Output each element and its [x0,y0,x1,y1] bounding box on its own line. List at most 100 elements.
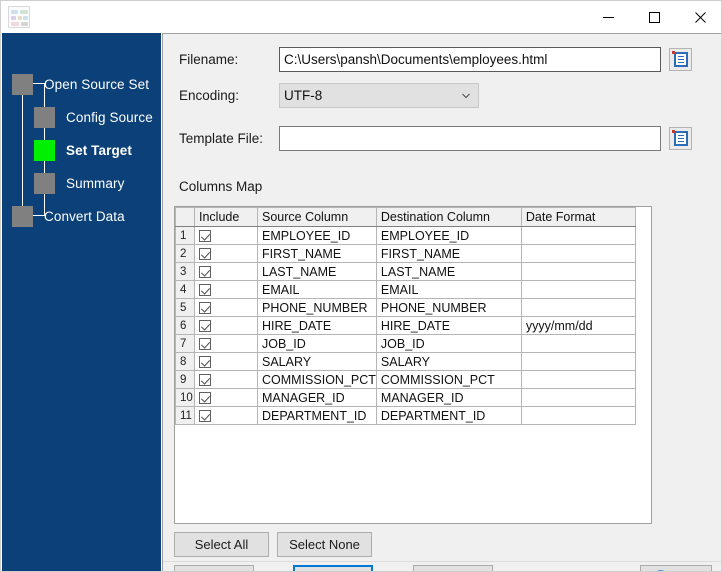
filename-browse-button[interactable] [669,48,692,71]
column-header-include[interactable]: Include [194,207,258,227]
template-file-browse-button[interactable] [669,127,692,150]
destination-column-cell[interactable]: EMPLOYEE_ID [375,226,522,245]
table-row[interactable]: 4 EMAIL EMAIL [175,280,636,299]
table-row[interactable]: 2 FIRST_NAME FIRST_NAME [175,244,636,263]
table-row[interactable]: 7 JOB_ID JOB_ID [175,334,636,353]
date-format-cell[interactable]: yyyy/mm/dd [520,316,636,335]
include-checkbox-cell[interactable] [194,280,258,299]
include-checkbox-cell[interactable] [194,298,258,317]
include-checkbox[interactable] [199,248,211,261]
destination-column-cell[interactable]: FIRST_NAME [375,244,522,263]
destination-column-cell[interactable]: SALARY [375,352,522,371]
include-checkbox-cell[interactable] [194,352,258,371]
column-header-date-format[interactable]: Date Format [520,207,636,227]
close-icon[interactable] [677,1,721,33]
column-header-rownum[interactable] [175,207,195,227]
date-format-cell[interactable] [520,388,636,407]
column-header-destination-column[interactable]: Destination Column [375,207,522,227]
select-none-button[interactable]: Select None [277,532,372,557]
source-column-cell[interactable]: JOB_ID [257,334,377,353]
date-format-cell[interactable] [520,352,636,371]
destination-column-cell[interactable]: HIRE_DATE [375,316,522,335]
table-row[interactable]: 6 HIRE_DATE HIRE_DATE yyyy/mm/dd [175,316,636,335]
destination-column-cell[interactable]: PHONE_NUMBER [375,298,522,317]
destination-column-cell[interactable]: DEPARTMENT_ID [375,406,522,425]
source-column-cell[interactable]: DEPARTMENT_ID [257,406,377,425]
source-column-cell[interactable]: MANAGER_ID [257,388,377,407]
row-number-cell[interactable]: 11 [175,406,195,425]
row-number-cell[interactable]: 4 [175,280,195,299]
filename-input[interactable] [279,47,661,72]
table-row[interactable]: 8 SALARY SALARY [175,352,636,371]
row-number-cell[interactable]: 6 [175,316,195,335]
cancel-button[interactable]: Cancel [413,565,493,571]
sidebar-item-convert-data[interactable]: Convert Data [12,205,125,227]
include-checkbox[interactable] [199,230,211,243]
source-column-cell[interactable]: HIRE_DATE [257,316,377,335]
date-format-cell[interactable] [520,406,636,425]
include-checkbox[interactable] [199,356,211,369]
source-column-cell[interactable]: LAST_NAME [257,262,377,281]
table-row[interactable]: 11 DEPARTMENT_ID DEPARTMENT_ID [175,406,636,425]
help-button[interactable]: ? Help [640,565,712,571]
source-column-cell[interactable]: EMPLOYEE_ID [257,226,377,245]
template-file-input[interactable] [279,126,661,151]
column-header-source-column[interactable]: Source Column [257,207,377,227]
table-row[interactable]: 1 EMPLOYEE_ID EMPLOYEE_ID [175,226,636,245]
encoding-select[interactable]: UTF-8 [279,83,479,108]
row-number-cell[interactable]: 1 [175,226,195,245]
date-format-cell[interactable] [520,226,636,245]
include-checkbox-cell[interactable] [194,262,258,281]
include-checkbox[interactable] [199,374,211,387]
include-checkbox-cell[interactable] [194,334,258,353]
date-format-cell[interactable] [520,280,636,299]
destination-column-cell[interactable]: JOB_ID [375,334,522,353]
include-checkbox[interactable] [199,320,211,333]
row-number-cell[interactable]: 7 [175,334,195,353]
source-column-cell[interactable]: SALARY [257,352,377,371]
date-format-cell[interactable] [520,298,636,317]
sidebar-item-summary[interactable]: Summary [34,172,124,194]
source-column-cell[interactable]: FIRST_NAME [257,244,377,263]
minimize-icon[interactable] [585,1,631,33]
row-number-cell[interactable]: 3 [175,262,195,281]
include-checkbox[interactable] [199,338,211,351]
maximize-icon[interactable] [631,1,677,33]
include-checkbox[interactable] [199,410,211,423]
row-number-cell[interactable]: 2 [175,244,195,263]
include-checkbox[interactable] [199,284,211,297]
source-column-cell[interactable]: COMMISSION_PCT [257,370,377,389]
sidebar-item-config-source[interactable]: Config Source [34,106,153,128]
row-number-cell[interactable]: 10 [175,388,195,407]
back-button[interactable]: Back [174,565,254,571]
row-number-cell[interactable]: 5 [175,298,195,317]
row-number-cell[interactable]: 8 [175,352,195,371]
date-format-cell[interactable] [520,334,636,353]
sidebar-item-set-target[interactable]: Set Target [34,139,132,161]
include-checkbox-cell[interactable] [194,406,258,425]
destination-column-cell[interactable]: LAST_NAME [375,262,522,281]
table-row[interactable]: 5 PHONE_NUMBER PHONE_NUMBER [175,298,636,317]
date-format-cell[interactable] [520,262,636,281]
include-checkbox[interactable] [199,266,211,279]
columns-map-grid[interactable]: Include Source Column Destination Column… [174,206,652,524]
include-checkbox-cell[interactable] [194,244,258,263]
select-all-button[interactable]: Select All [174,532,269,557]
include-checkbox[interactable] [199,302,211,315]
table-row[interactable]: 9 COMMISSION_PCT COMMISSION_PCT [175,370,636,389]
sidebar-item-open-source-set[interactable]: Open Source Set [12,73,149,95]
include-checkbox[interactable] [199,392,211,405]
include-checkbox-cell[interactable] [194,370,258,389]
destination-column-cell[interactable]: MANAGER_ID [375,388,522,407]
row-number-cell[interactable]: 9 [175,370,195,389]
date-format-cell[interactable] [520,370,636,389]
source-column-cell[interactable]: PHONE_NUMBER [257,298,377,317]
date-format-cell[interactable] [520,244,636,263]
destination-column-cell[interactable]: EMAIL [375,280,522,299]
destination-column-cell[interactable]: COMMISSION_PCT [375,370,522,389]
source-column-cell[interactable]: EMAIL [257,280,377,299]
table-row[interactable]: 10 MANAGER_ID MANAGER_ID [175,388,636,407]
next-button[interactable]: Next [293,565,373,571]
include-checkbox-cell[interactable] [194,226,258,245]
include-checkbox-cell[interactable] [194,316,258,335]
